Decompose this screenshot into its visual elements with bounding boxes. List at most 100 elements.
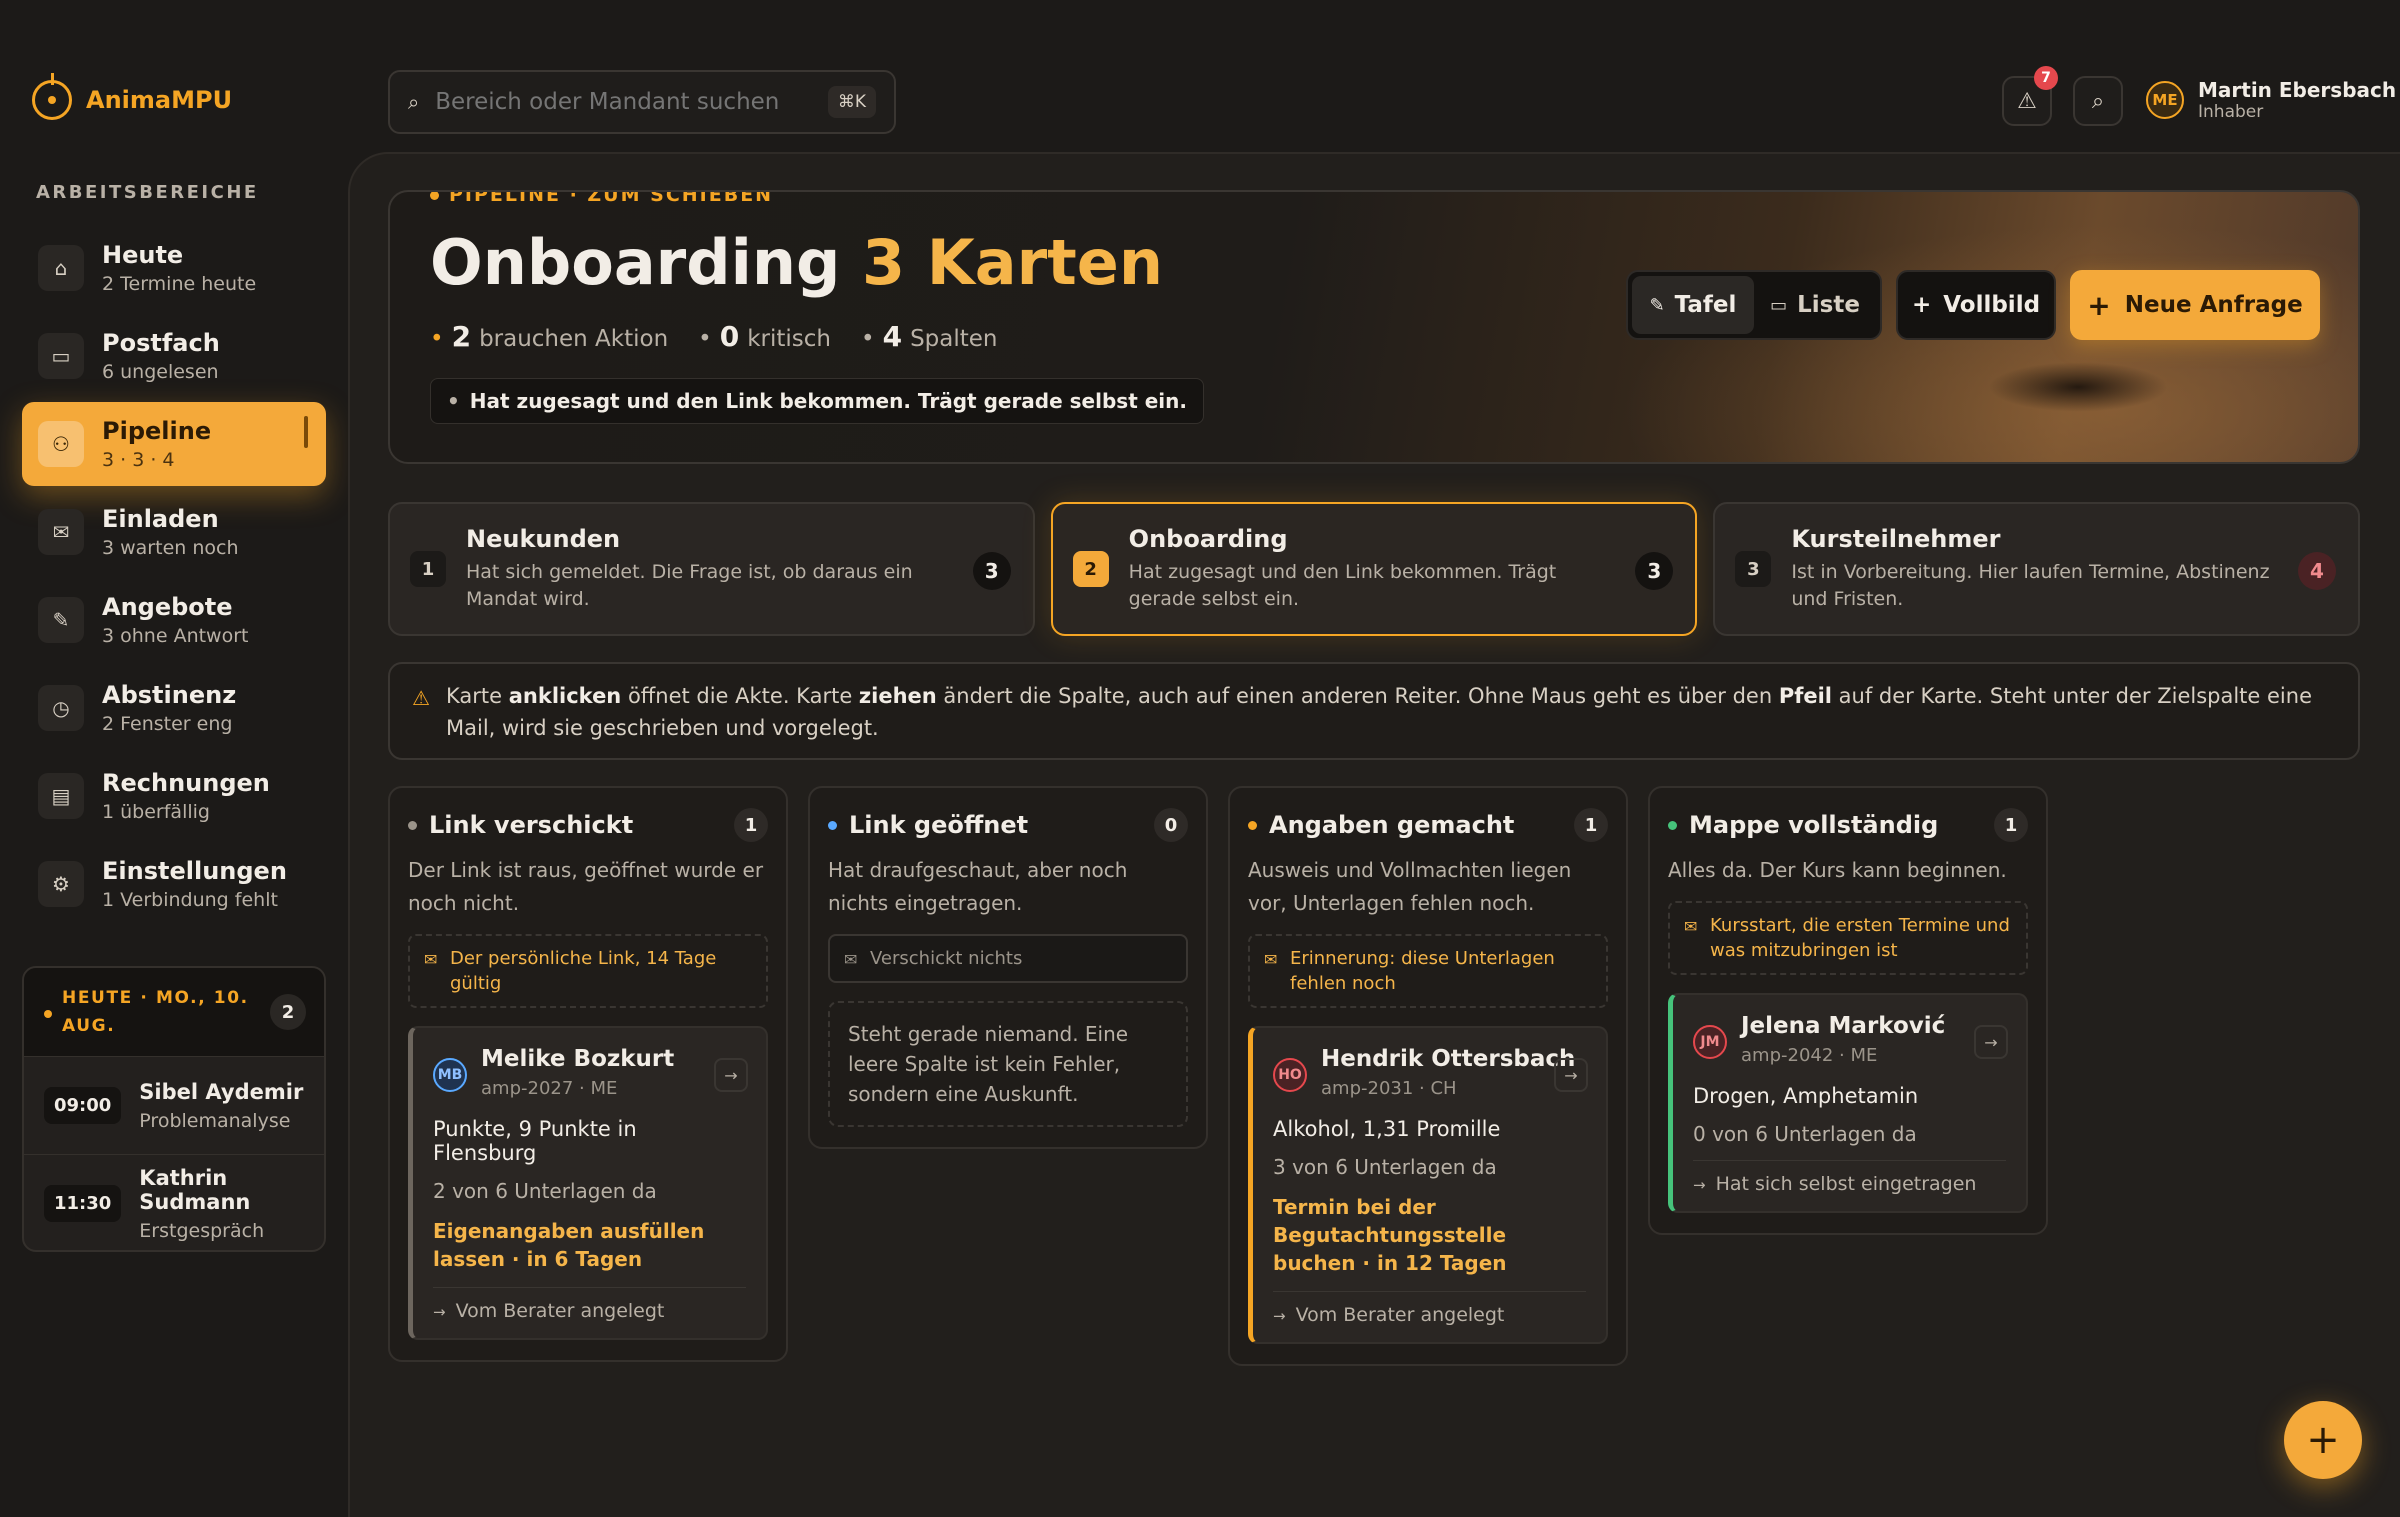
users-icon: ⚇ [38,421,84,467]
tab-kursteilnehmer[interactable]: 3 Kursteilnehmer Ist in Vorbereitung. Hie… [1713,502,2361,636]
today-count-badge: 2 [270,994,306,1030]
sidebar-item-angebote[interactable]: ✎ Angebote 3 ohne Antwort [22,578,326,662]
empty-column-note: Steht gerade niemand. Eine leere Spalte … [828,1001,1188,1127]
nav-section-label: ARBEITSBEREICHE [36,182,259,203]
inbox-icon: ▭ [38,333,84,379]
sidebar-item-abstinenz[interactable]: ◷ Abstinenz 2 Fenster eng [22,666,326,750]
documents-status: 3 von 6 Unterlagen da [1273,1155,1497,1179]
clock-icon: ◷ [38,685,84,731]
sidebar: AnimaMPU ARBEITSBEREICHE ⌂ Heute 2 Termin… [0,0,348,1517]
sidebar-item-sub: 3 warten noch [102,537,239,559]
pen-icon: ✎ [1649,294,1665,316]
user-menu[interactable]: ME Martin Ebersbach Inhaber [2146,78,2396,122]
search-bar[interactable]: ⌕ ⌘K [388,70,896,134]
kanban-column-mappe-vollstaendig: Mappe vollständig 1 Alles da. Der Kurs k… [1648,786,2048,1235]
move-arrow-button[interactable]: → [714,1058,748,1092]
sidebar-item-pipeline[interactable]: ⚇ Pipeline 3 · 3 · 4 [22,402,326,486]
avatar: JM [1693,1025,1727,1059]
appointment-item[interactable]: 09:00 Sibel Aydemir Problemanalyse [24,1056,324,1154]
tab-label: Tafel [1674,292,1737,318]
keys-image [1988,362,2168,412]
sidebar-item-einladen[interactable]: ✉ Einladen 3 warten noch [22,490,326,574]
sidebar-item-label: Pipeline [102,417,212,445]
arrow-right-icon: → [1564,1065,1578,1085]
tab-onboarding[interactable]: 2 Onboarding Hat zugesagt und den Link be… [1050,502,1698,636]
search-icon: ⌕ [2091,88,2105,114]
kanban-column-angaben-gemacht: Angaben gemacht 1 Ausweis und Vollmachte… [1228,786,1628,1366]
user-role: Inhaber [2198,102,2264,122]
sidebar-item-heute[interactable]: ⌂ Heute 2 Termine heute [22,226,326,310]
tab-liste[interactable]: ▭ Liste [1754,276,1876,334]
move-arrow-button[interactable]: → [1554,1058,1588,1092]
kanban-column-link-geoeffnet: Link geöffnet 0 Hat draufgeschaut, aber … [808,786,1208,1149]
sidebar-item-sub: 3 ohne Antwort [102,625,249,647]
sidebar-item-label: Heute [102,241,184,269]
notification-badge: 7 [2034,66,2058,90]
alerts-button[interactable]: ⚠ 7 [2002,66,2058,126]
button-label: Neue Anfrage [2124,292,2303,318]
stage-number: 1 [410,551,446,587]
documents-status: 0 von 6 Unterlagen da [1693,1122,1917,1146]
app-logo[interactable]: AnimaMPU [32,73,232,120]
column-mail-template[interactable]: ✉ Erinnerung: diese Unterlagen fehlen noc… [1248,934,1608,1008]
column-count: 1 [1574,808,1608,842]
client-card[interactable]: JM Jelena Marković amp-2042 · ME → Drogen… [1668,993,2028,1213]
column-mail-template[interactable]: ✉ Kursstart, die ersten Termine und was m… [1668,901,2028,975]
appointment-name: Sibel Aydemir [139,1079,304,1104]
appointment-item[interactable]: 11:30 Kathrin Sudmann Erstgespräch [24,1154,324,1250]
mail-icon: ✉ [38,509,84,555]
plus-icon: + [2087,288,2111,322]
today-header: HEUTE · MO., 10. AUG. 2 [24,968,324,1056]
mail-icon: ✉ [1264,950,1278,969]
sidebar-item-label: Einladen [102,505,219,533]
sidebar-item-sub: 6 ungelesen [102,361,219,383]
sidebar-item-postfach[interactable]: ▭ Postfach 6 ungelesen [22,314,326,398]
tab-tafel[interactable]: ✎ Tafel [1632,276,1754,334]
column-count: 1 [1994,808,2028,842]
status-dot [1248,820,1257,830]
stat-action: 2brauchen Aktion [430,320,669,353]
warning-icon: ⚠ [2017,88,2037,114]
stage-number: 2 [1072,551,1109,587]
sidebar-item-label: Einstellungen [102,857,287,885]
arrow-right-icon: → [724,1065,738,1085]
move-arrow-button[interactable]: → [1974,1025,2008,1059]
view-toggle: ✎ Tafel ▭ Liste [1626,270,1882,340]
mail-icon: ✉ [424,950,438,969]
column-description: Der Link ist raus, geöffnet wurde er noc… [408,858,764,915]
status-dot [408,820,417,830]
sidebar-item-rechnungen[interactable]: ▤ Rechnungen 1 überfällig [22,754,326,838]
search-input[interactable] [435,89,812,115]
add-fab-button[interactable]: + [2284,1401,2362,1479]
search-icon: ⌕ [408,90,420,114]
sidebar-item-sub: 2 Termine heute [102,273,257,295]
tab-neukunden[interactable]: 1 Neukunden Hat sich gemeldet. Die Frage … [388,502,1035,636]
stage-count: 3 [972,552,1011,590]
arrow-right-icon: → [1984,1032,1998,1052]
column-mail-template[interactable]: ✉ Verschickt nichts [828,934,1188,983]
stage-note: Hat zugesagt und den Link bekommen. Träg… [430,378,1204,424]
kanban-column-link-verschickt: Link verschickt 1 Der Link ist raus, geö… [388,786,788,1362]
stage-number: 3 [1735,551,1772,587]
column-title: Angaben gemacht [1269,811,1515,839]
client-card[interactable]: HO Hendrik Ottersbach amp-2031 · CH → Alk… [1248,1026,1608,1344]
hero-banner: PIPELINE · ZUM SCHIEBEN Onboarding 3 Kar… [388,190,2360,464]
plus-icon: + [1911,292,1932,318]
mail-icon: ✉ [1684,917,1698,936]
search-button[interactable]: ⌕ [2073,76,2123,126]
column-mail-template[interactable]: ✉ Der persönliche Link, 14 Tage gültig [408,934,768,1008]
usage-hint: ⚠ Karte anklicken öffnet die Akte. Karte… [388,662,2360,760]
fullscreen-button[interactable]: + Vollbild [1896,270,2056,340]
client-card[interactable]: MB Melike Bozkurt amp-2027 · ME → Punkte,… [408,1026,768,1340]
client-name: Hendrik Ottersbach [1321,1046,1576,1072]
column-description: Ausweis und Vollmachten liegen vor, Unte… [1248,858,1572,915]
appointment-time: 09:00 [44,1087,122,1124]
sidebar-item-sub: 1 Verbindung fehlt [102,889,278,911]
page-title-count: 3 Karten [861,226,1163,299]
sidebar-item-einstellungen[interactable]: ⚙ Einstellungen 1 Verbindung fehlt [22,842,326,926]
avatar: HO [1273,1058,1307,1092]
tab-label: Liste [1797,292,1860,318]
new-request-button[interactable]: + Neue Anfrage [2070,270,2320,340]
stage-title: Neukunden [466,525,621,553]
home-icon: ⌂ [38,245,84,291]
